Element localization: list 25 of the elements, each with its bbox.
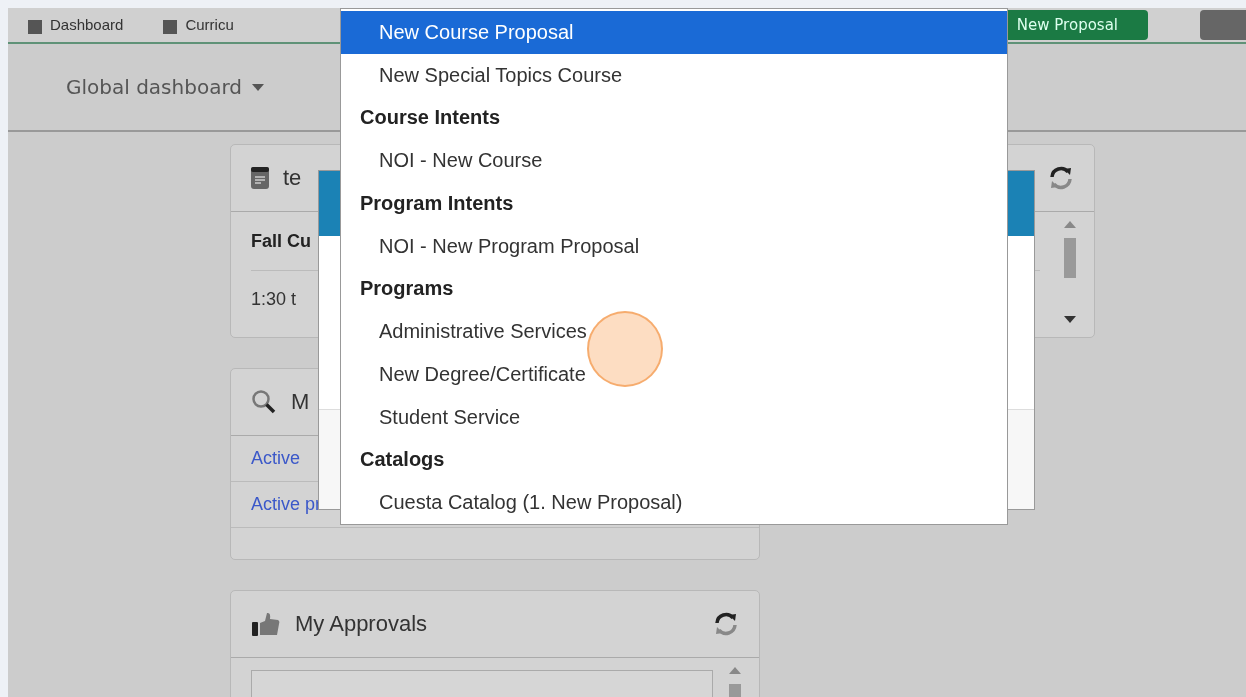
scroll-down-icon[interactable] — [1064, 316, 1076, 324]
scroll-up-icon[interactable] — [1064, 220, 1076, 228]
caret-icon — [251, 83, 264, 91]
event-title: Fall Cu — [251, 230, 311, 252]
scroll-up-icon[interactable] — [729, 666, 741, 674]
search-link[interactable]: Active — [251, 448, 301, 469]
thumbs-up-icon — [251, 611, 281, 637]
menu-header: Programs — [359, 276, 455, 302]
refresh-icon[interactable] — [1048, 165, 1074, 191]
menu-header: Program Intents — [359, 190, 515, 216]
menu-header: Course Intents — [359, 105, 502, 131]
document-icon — [251, 167, 269, 189]
card-title: M — [291, 389, 310, 415]
search-icon — [251, 389, 277, 415]
menu-header: Catalogs — [359, 447, 446, 473]
card-title: My Approvals — [295, 611, 428, 637]
event-time: 1:30 t — [251, 288, 297, 310]
nav-link[interactable]: Dashboard — [28, 16, 124, 34]
scrollbar-thumb[interactable] — [1064, 238, 1076, 278]
search-link[interactable]: Active pr — [251, 494, 322, 515]
card-title: te — [283, 165, 302, 191]
refresh-icon[interactable] — [713, 611, 739, 637]
dashboard-dropdown[interactable]: Global dashboard — [66, 75, 264, 99]
nav-link[interactable]: Curricu — [163, 16, 234, 34]
menu-item[interactable]: New Course Proposal — [341, 11, 1007, 54]
